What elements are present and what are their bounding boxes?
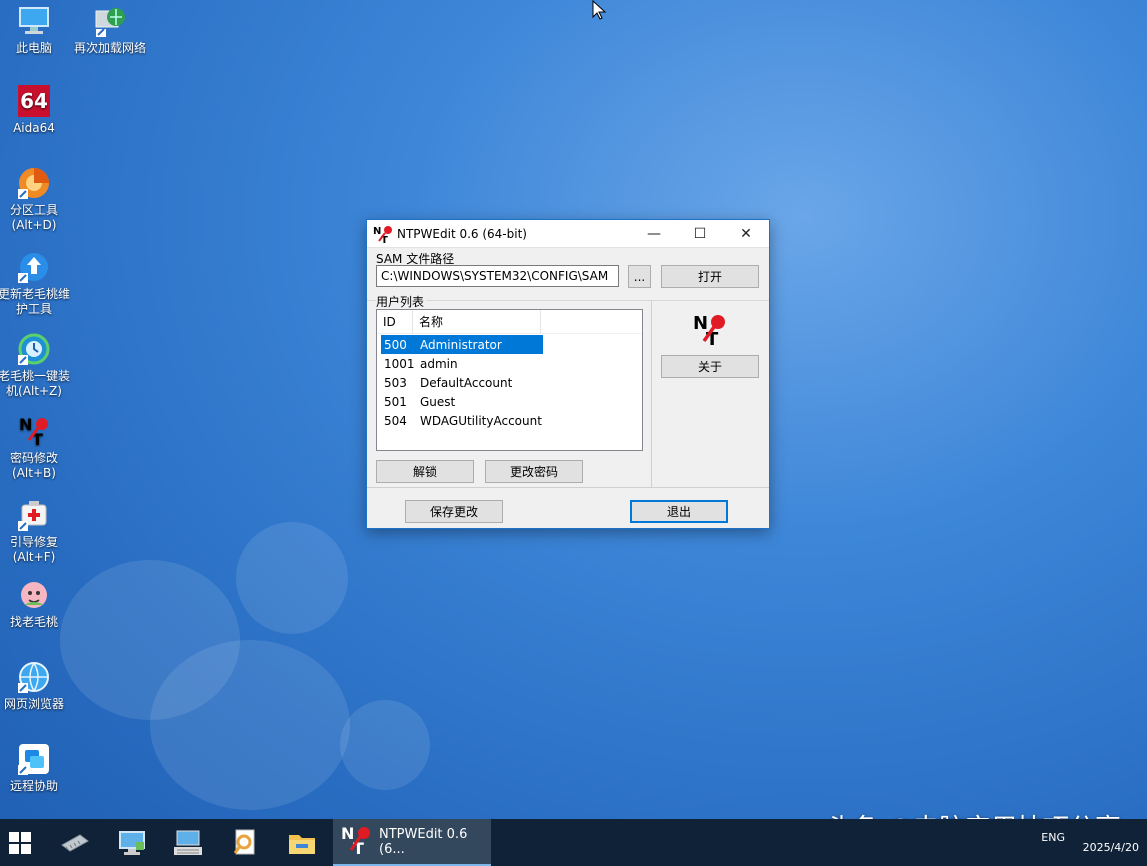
desktop-icon-label: 更新老毛桃维 护工具 bbox=[0, 287, 70, 316]
taskbar-keyboard-icon[interactable] bbox=[168, 819, 208, 866]
update-tool-icon bbox=[17, 250, 51, 284]
user-id: 1001 bbox=[384, 356, 415, 371]
exit-button[interactable]: 退出 bbox=[630, 500, 728, 523]
user-name: Guest bbox=[420, 394, 456, 409]
user-name: Administrator bbox=[420, 337, 502, 352]
user-name: admin bbox=[420, 356, 458, 371]
taskbar-hardware-icon[interactable] bbox=[55, 819, 95, 866]
taskbar-file-explorer-icon[interactable] bbox=[282, 819, 322, 866]
desktop-icon-label: 找老毛桃 bbox=[9, 615, 58, 629]
taskbar-desktop-icon[interactable] bbox=[112, 819, 152, 866]
user-row-wdagutilityaccount[interactable]: 504 WDAGUtilityAccount bbox=[381, 411, 543, 430]
close-button[interactable]: ✕ bbox=[723, 220, 769, 248]
minimize-button[interactable]: — bbox=[631, 220, 677, 248]
desktop-icon-boot-repair[interactable]: 引导修复 (Alt+F) bbox=[0, 498, 74, 565]
desktop-icon-remote-assist[interactable]: 远程协助 bbox=[0, 742, 74, 794]
user-id: 503 bbox=[384, 375, 407, 390]
desktop-icon-one-click-install[interactable]: 老毛桃一键装 机(Alt+Z) bbox=[0, 332, 74, 399]
network-icon bbox=[93, 4, 127, 38]
desktop-icon-label: 老毛桃一键装 机(Alt+Z) bbox=[0, 369, 70, 398]
user-name: WDAGUtilityAccount bbox=[420, 413, 542, 428]
taskbar-search-file-icon[interactable] bbox=[225, 819, 265, 866]
aida64-badge: 64 bbox=[18, 85, 50, 117]
desktop-icon-update-tool[interactable]: 更新老毛桃维 护工具 bbox=[0, 250, 74, 317]
password-edit-icon: NT bbox=[17, 414, 51, 448]
ntpwedit-logo-icon: NT bbox=[693, 312, 727, 350]
user-name: DefaultAccount bbox=[420, 375, 513, 390]
tray-date[interactable]: 2025/4/20 bbox=[1083, 841, 1139, 854]
wallpaper-bubble bbox=[236, 522, 348, 634]
svg-text:N: N bbox=[19, 415, 32, 434]
aida64-icon: 64 bbox=[17, 84, 51, 118]
taskbar-ntpwedit-button[interactable]: NT NTPWEdit 0.6 (6... bbox=[333, 819, 491, 866]
web-browser-icon bbox=[17, 660, 51, 694]
user-row-guest[interactable]: 501 Guest bbox=[381, 392, 543, 411]
taskbar: NT NTPWEdit 0.6 (6... ENG 2025/4/20 bbox=[0, 819, 1147, 866]
desktop-icon-label: Aida64 bbox=[13, 121, 55, 135]
change-password-button[interactable]: 更改密码 bbox=[485, 460, 583, 483]
open-button[interactable]: 打开 bbox=[661, 265, 759, 288]
boot-repair-icon bbox=[17, 498, 51, 532]
desktop-icon-label: 引导修复 (Alt+F) bbox=[9, 535, 58, 564]
unlock-button[interactable]: 解锁 bbox=[376, 460, 474, 483]
desktop-icon-aida64[interactable]: 64 Aida64 bbox=[0, 84, 74, 136]
user-list[interactable]: ID 名称 500 Administrator 1001 admin 503 D… bbox=[376, 309, 643, 451]
desktop-icon-label: 此电脑 bbox=[15, 41, 52, 55]
desktop-icon-label: 网页浏览器 bbox=[3, 697, 64, 711]
desktop-icon-web-browser[interactable]: 网页浏览器 bbox=[0, 660, 74, 712]
browse-button[interactable]: ... bbox=[628, 265, 651, 288]
maximize-button[interactable]: ☐ bbox=[677, 220, 723, 248]
panel-separator bbox=[651, 300, 652, 487]
column-header-id[interactable]: ID bbox=[377, 309, 413, 334]
find-laomaotao-icon bbox=[17, 578, 51, 612]
wallpaper-bubble bbox=[340, 700, 430, 790]
desktop-icon-this-pc[interactable]: 此电脑 bbox=[0, 4, 74, 56]
desktop-icon-find-laomaotao[interactable]: 找老毛桃 bbox=[0, 578, 74, 630]
about-button[interactable]: 关于 bbox=[661, 355, 759, 378]
taskbar-app-label: NTPWEdit 0.6 (6... bbox=[379, 826, 468, 857]
sam-path-field[interactable]: C:\WINDOWS\SYSTEM32\CONFIG\SAM bbox=[376, 265, 619, 287]
desktop-icon-label: 远程协助 bbox=[9, 779, 58, 793]
mouse-cursor-icon bbox=[592, 0, 607, 23]
user-row-defaultaccount[interactable]: 503 DefaultAccount bbox=[381, 373, 543, 392]
desktop-icon-partition-tool[interactable]: 分区工具 (Alt+D) bbox=[0, 166, 74, 233]
user-id: 504 bbox=[384, 413, 407, 428]
window-titlebar[interactable]: NT NTPWEdit 0.6 (64-bit) — ☐ ✕ bbox=[367, 220, 769, 248]
partition-tool-icon bbox=[17, 166, 51, 200]
tray-language[interactable]: ENG bbox=[1041, 831, 1065, 844]
footer-separator bbox=[367, 487, 769, 488]
one-click-install-icon bbox=[17, 332, 51, 366]
user-row-admin[interactable]: 1001 admin bbox=[381, 354, 543, 373]
ntpwedit-window: NT NTPWEdit 0.6 (64-bit) — ☐ ✕ SAM 文件路径 … bbox=[366, 219, 770, 529]
ntpwedit-taskbar-icon: NT bbox=[341, 824, 373, 859]
group-divider bbox=[367, 300, 769, 301]
desktop-icon-password-edit[interactable]: NT 密码修改 (Alt+B) bbox=[0, 414, 74, 481]
desktop-icon-label: 分区工具 (Alt+D) bbox=[9, 203, 58, 232]
window-title: NTPWEdit 0.6 (64-bit) bbox=[397, 226, 527, 241]
desktop-icon-label: 密码修改 (Alt+B) bbox=[9, 451, 58, 480]
windows-logo-icon bbox=[9, 831, 31, 854]
start-button[interactable] bbox=[0, 819, 40, 866]
column-header-name[interactable]: 名称 bbox=[413, 309, 541, 334]
remote-assist-icon bbox=[17, 742, 51, 776]
user-id: 501 bbox=[384, 394, 407, 409]
desktop-icon-reload-network[interactable]: 再次加载网络 bbox=[70, 4, 150, 56]
user-list-label: 用户列表 bbox=[376, 293, 427, 310]
user-id: 500 bbox=[384, 337, 407, 352]
user-row-administrator[interactable]: 500 Administrator bbox=[381, 335, 543, 354]
desktop-icon-label: 再次加载网络 bbox=[73, 41, 146, 55]
computer-icon bbox=[17, 4, 51, 38]
user-list-header: ID 名称 bbox=[377, 309, 642, 334]
ntpwedit-app-icon: NT bbox=[373, 224, 393, 246]
wallpaper-bubble bbox=[150, 640, 350, 810]
save-changes-button[interactable]: 保存更改 bbox=[405, 500, 503, 523]
